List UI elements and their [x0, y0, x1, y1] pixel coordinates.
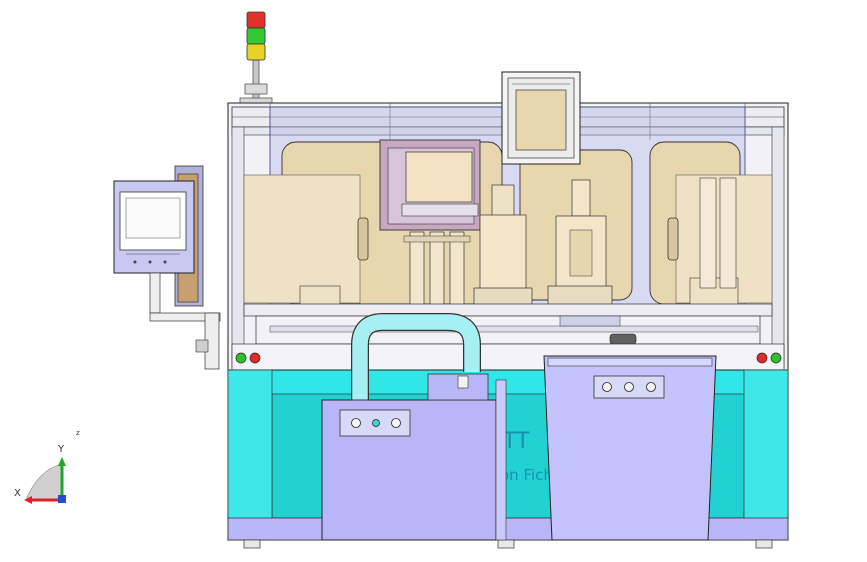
- hmi-monitor[interactable]: [113, 165, 221, 370]
- door-handle-left: [357, 217, 369, 261]
- y-axis-label: Y: [57, 444, 65, 455]
- door-handle-right: [667, 217, 679, 261]
- start-lamp-right-icon[interactable]: [770, 352, 782, 364]
- indicator-icon[interactable]: [372, 419, 380, 427]
- clamp-handle: [609, 333, 637, 345]
- tower-light-red: [246, 11, 266, 29]
- axis-triad: X Y z: [14, 429, 80, 504]
- z-axis-label: z: [76, 429, 80, 437]
- x-axis-label: X: [14, 488, 21, 499]
- start-lamp-icon[interactable]: [235, 352, 247, 364]
- stop-lamp-icon[interactable]: [249, 352, 261, 364]
- y-arrowhead-icon: [58, 457, 66, 466]
- knob-icon[interactable]: [351, 418, 361, 428]
- z-axis-marker: [58, 495, 66, 503]
- tower-light-green: [246, 27, 266, 45]
- top-center-box: [501, 71, 581, 165]
- knob-icon[interactable]: [624, 382, 634, 392]
- knob-icon[interactable]: [602, 382, 612, 392]
- tower-light-yellow: [246, 43, 266, 61]
- cad-viewport[interactable]: TT on Fichi X Y z: [0, 0, 867, 562]
- knob-icon[interactable]: [646, 382, 656, 392]
- right-control-stand: [543, 355, 717, 541]
- signal-tower: [239, 11, 273, 105]
- stop-lamp-right-icon[interactable]: [756, 352, 768, 364]
- knob-icon[interactable]: [391, 418, 401, 428]
